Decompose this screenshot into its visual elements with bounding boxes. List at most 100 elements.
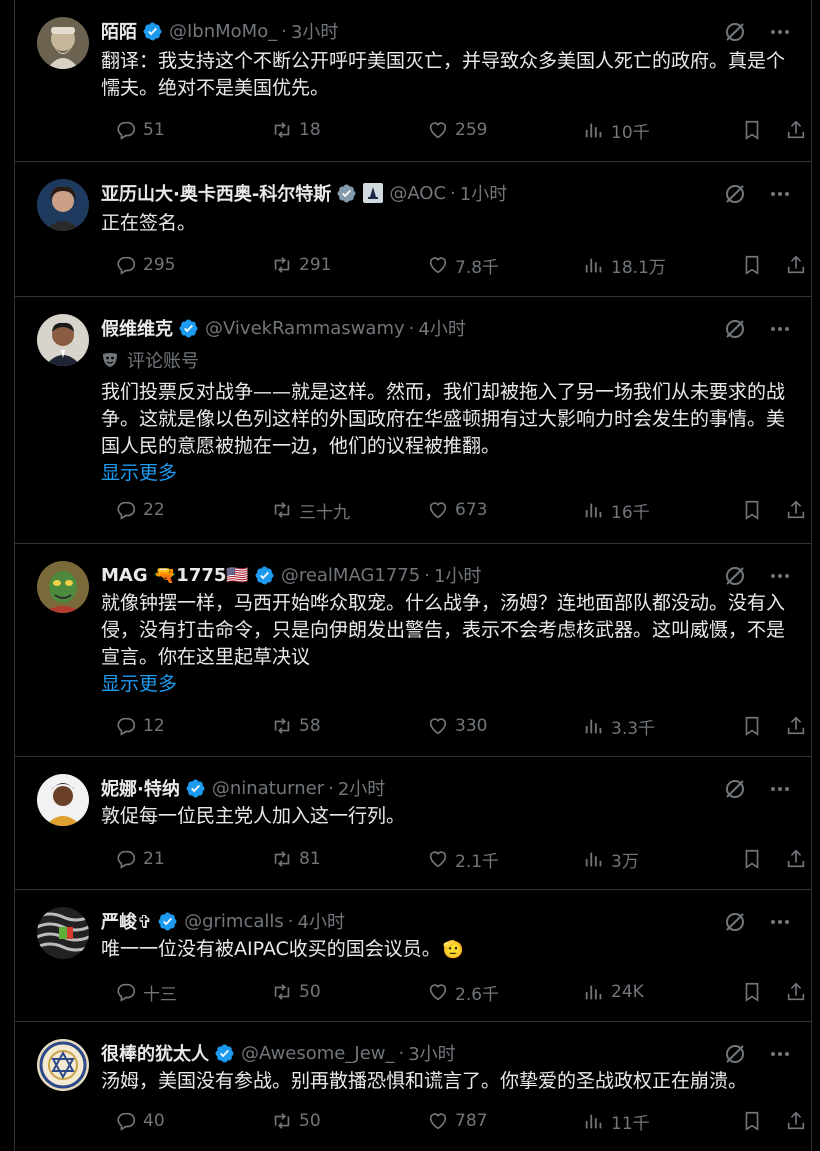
reply-button[interactable]: 22	[115, 495, 165, 525]
post[interactable]: 很棒的犹太人 @Awesome_Jew_ · 3小时 汤姆，美国没有参战。别再散…	[15, 1022, 811, 1150]
author-name[interactable]: MAG 🔫1775🇺🇸	[101, 565, 249, 586]
post-time[interactable]: 4小时	[298, 908, 345, 934]
retweet-button[interactable]: 50	[271, 977, 321, 1007]
post[interactable]: MAG 🔫1775🇺🇸 @realMAG1775 · 1小时 就像钟摆一样，马西…	[15, 544, 811, 757]
bookmark-button[interactable]	[741, 711, 763, 741]
post[interactable]: 假维维克 @VivekRammaswamy · 4小时 评论账号 我们投票反对战…	[15, 297, 811, 544]
retweet-count: 81	[299, 849, 321, 869]
author-handle[interactable]: @IbnMoMo_	[169, 21, 277, 42]
avatar[interactable]	[37, 314, 89, 366]
share-button[interactable]	[785, 711, 807, 741]
views-button[interactable]: 10千	[583, 115, 650, 145]
post-time[interactable]: 2小时	[338, 775, 385, 801]
share-button[interactable]	[785, 1106, 807, 1136]
author-handle[interactable]: @realMAG1775	[281, 565, 420, 586]
retweet-button[interactable]: 81	[271, 844, 321, 874]
bookmark-button[interactable]	[741, 977, 763, 1007]
author-name[interactable]: 很棒的犹太人	[101, 1040, 209, 1066]
author-name[interactable]: 假维维克	[101, 315, 173, 341]
share-button[interactable]	[785, 844, 807, 874]
like-button[interactable]: 259	[427, 115, 487, 145]
retweet-icon	[274, 257, 290, 273]
reply-count: 22	[143, 500, 165, 520]
post[interactable]: 陌陌 @IbnMoMo_ · 3小时 翻译：我支持这个不断公开呼吁美国灭亡，并导…	[15, 0, 811, 162]
author-handle[interactable]: @AOC	[389, 183, 446, 204]
views-button[interactable]: 3万	[583, 844, 639, 874]
avatar[interactable]	[37, 774, 89, 826]
reply-button[interactable]: 21	[115, 844, 165, 874]
post-time[interactable]: 1小时	[434, 562, 481, 588]
more-icon[interactable]	[769, 778, 791, 800]
reply-count: 295	[143, 255, 176, 275]
post-time[interactable]: 3小时	[291, 18, 338, 44]
bookmark-button[interactable]	[741, 844, 763, 874]
avatar[interactable]	[37, 1039, 89, 1091]
views-count: 11千	[611, 1113, 650, 1134]
grok-icon[interactable]	[723, 317, 747, 341]
bookmark-button[interactable]	[741, 250, 763, 280]
more-icon[interactable]	[769, 565, 791, 587]
share-button[interactable]	[785, 250, 807, 280]
show-more-link[interactable]: 显示更多	[101, 460, 791, 487]
views-button[interactable]: 16千	[583, 495, 650, 525]
avatar[interactable]	[37, 561, 89, 613]
post[interactable]: 严峻✞ @grimcalls · 4小时 唯一一位没有被AIPAC收买的国会议员…	[15, 890, 811, 1022]
share-button[interactable]	[785, 977, 807, 1007]
share-button[interactable]	[785, 495, 807, 525]
reply-button[interactable]: 十三	[115, 977, 177, 1007]
author-name[interactable]: 严峻✞	[101, 908, 152, 934]
grok-icon[interactable]	[723, 1042, 747, 1066]
post-time[interactable]: 4小时	[418, 315, 465, 341]
retweet-button[interactable]: 58	[271, 711, 321, 741]
views-button[interactable]: 11千	[583, 1106, 650, 1136]
more-icon[interactable]	[769, 1043, 791, 1065]
views-button[interactable]: 18.1万	[583, 250, 666, 280]
bookmark-button[interactable]	[741, 495, 763, 525]
bookmark-icon	[745, 255, 759, 275]
like-button[interactable]: 2.1千	[427, 844, 499, 874]
like-button[interactable]: 787	[427, 1106, 487, 1136]
avatar[interactable]	[37, 17, 89, 69]
like-button[interactable]: 330	[427, 711, 487, 741]
share-button[interactable]	[785, 115, 807, 145]
retweet-button[interactable]: 18	[271, 115, 321, 145]
views-button[interactable]: 3.3千	[583, 711, 655, 741]
more-icon[interactable]	[769, 21, 791, 43]
author-name[interactable]: 妮娜·特纳	[101, 775, 180, 801]
author-handle[interactable]: @ninaturner	[212, 778, 324, 799]
post-time[interactable]: 1小时	[460, 180, 507, 206]
post[interactable]: 妮娜·特纳 @ninaturner · 2小时 敦促每一位民主党人加入这一行列。…	[15, 757, 811, 890]
grok-icon[interactable]	[723, 20, 747, 44]
avatar[interactable]	[37, 179, 89, 231]
more-icon[interactable]	[769, 183, 791, 205]
retweet-button[interactable]: 50	[271, 1106, 321, 1136]
like-button[interactable]: 673	[427, 495, 487, 525]
grok-icon[interactable]	[723, 777, 747, 801]
reply-button[interactable]: 12	[115, 711, 165, 741]
like-button[interactable]: 2.6千	[427, 977, 499, 1007]
author-name[interactable]: 亚历山大·奥卡西奥-科尔特斯	[101, 180, 331, 206]
retweet-button[interactable]: 291	[271, 250, 331, 280]
reply-button[interactable]: 40	[115, 1106, 165, 1136]
views-button[interactable]: 24K	[583, 977, 644, 1007]
bookmark-button[interactable]	[741, 115, 763, 145]
author-handle[interactable]: @Awesome_Jew_	[241, 1043, 394, 1064]
bookmark-button[interactable]	[741, 1106, 763, 1136]
reply-button[interactable]: 51	[115, 115, 165, 145]
retweet-icon	[274, 984, 290, 1000]
show-more-link[interactable]: 显示更多	[101, 671, 791, 698]
retweet-button[interactable]: 三十九	[271, 495, 350, 525]
post-time[interactable]: 3小时	[408, 1040, 455, 1066]
more-icon[interactable]	[769, 318, 791, 340]
grok-icon[interactable]	[723, 182, 747, 206]
grok-icon[interactable]	[723, 910, 747, 934]
author-name[interactable]: 陌陌	[101, 18, 137, 44]
post[interactable]: 亚历山大·奥卡西奥-科尔特斯 @AOC · 1小时 正在签名。 295 291	[15, 162, 811, 297]
grok-icon[interactable]	[723, 564, 747, 588]
author-handle[interactable]: @VivekRammaswamy	[205, 318, 405, 339]
reply-button[interactable]: 295	[115, 250, 175, 280]
more-icon[interactable]	[769, 911, 791, 933]
author-handle[interactable]: @grimcalls	[184, 911, 284, 932]
like-button[interactable]: 7.8千	[427, 250, 499, 280]
avatar[interactable]	[37, 907, 89, 959]
